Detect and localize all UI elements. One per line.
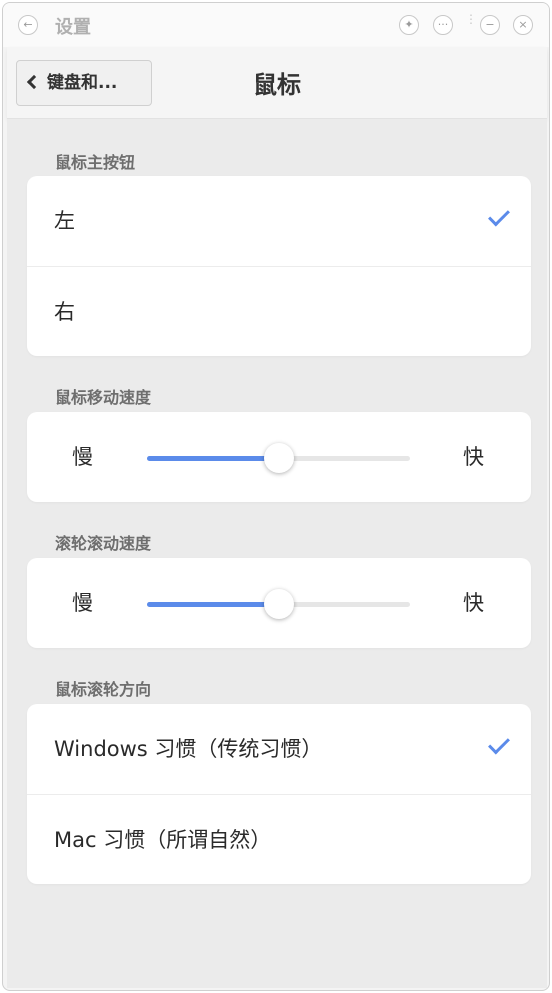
- minimize-icon[interactable]: −: [480, 15, 500, 35]
- window-title: 设置: [55, 17, 91, 38]
- slider-min-label: 慢: [72, 591, 93, 615]
- option-windows-habit[interactable]: Windows 习惯（传统习惯）: [27, 704, 531, 794]
- checkmark-icon: [488, 204, 510, 227]
- slider-handle[interactable]: [263, 589, 294, 619]
- pointer-speed-slider-row: 慢 快: [27, 412, 531, 502]
- option-mac-habit[interactable]: Mac 习惯（所谓自然）: [27, 794, 531, 884]
- back-arrow-icon[interactable]: ←: [18, 15, 38, 35]
- scroll-speed-slider-row: 慢 快: [27, 558, 531, 648]
- slider-handle[interactable]: [263, 443, 294, 473]
- section-label-scroll-direction: 鼠标滚轮方向: [55, 680, 152, 699]
- more-icon[interactable]: ···: [433, 15, 453, 35]
- section-label-scroll-speed: 滚轮滚动速度: [55, 534, 152, 553]
- slider-max-label: 快: [463, 445, 484, 469]
- titlebar-divider: ⋮: [465, 12, 477, 26]
- navigation-bar: 键盘和... 鼠标: [7, 47, 547, 119]
- scroll-direction-card: Windows 习惯（传统习惯） Mac 习惯（所谓自然）: [27, 704, 531, 884]
- option-label: Mac 习惯（所谓自然）: [54, 828, 272, 852]
- slider-fill: [147, 602, 279, 607]
- option-left[interactable]: 左: [27, 176, 531, 266]
- settings-content: 鼠标主按钮 左 右 鼠标移动速度 慢 快 滚轮滚动速度 慢 快 鼠标滚轮方向 W…: [7, 119, 547, 988]
- option-label: Windows 习惯（传统习惯）: [54, 737, 323, 761]
- slider-fill: [147, 456, 279, 461]
- slider-max-label: 快: [463, 591, 484, 615]
- page-title: 鼠标: [253, 71, 301, 99]
- settings-window: ← 设置 ✦ ··· ⋮ − × 键盘和... 鼠标 鼠标主按钮 左 右 鼠标移…: [2, 2, 550, 991]
- section-label-pointer-speed: 鼠标移动速度: [55, 388, 152, 407]
- option-label: 左: [54, 209, 75, 233]
- scroll-speed-slider[interactable]: [147, 589, 410, 619]
- pointer-speed-card: 慢 快: [27, 412, 531, 502]
- section-label-primary-button: 鼠标主按钮: [55, 153, 136, 172]
- checkmark-icon: [488, 732, 510, 755]
- titlebar: ← 设置 ✦ ··· ⋮ − ×: [3, 3, 549, 47]
- scroll-speed-card: 慢 快: [27, 558, 531, 648]
- close-icon[interactable]: ×: [513, 15, 533, 35]
- slider-min-label: 慢: [72, 445, 93, 469]
- pointer-speed-slider[interactable]: [147, 443, 410, 473]
- option-label: 右: [54, 300, 75, 324]
- option-right[interactable]: 右: [27, 266, 531, 356]
- primary-button-card: 左 右: [27, 176, 531, 356]
- pin-icon[interactable]: ✦: [399, 15, 419, 35]
